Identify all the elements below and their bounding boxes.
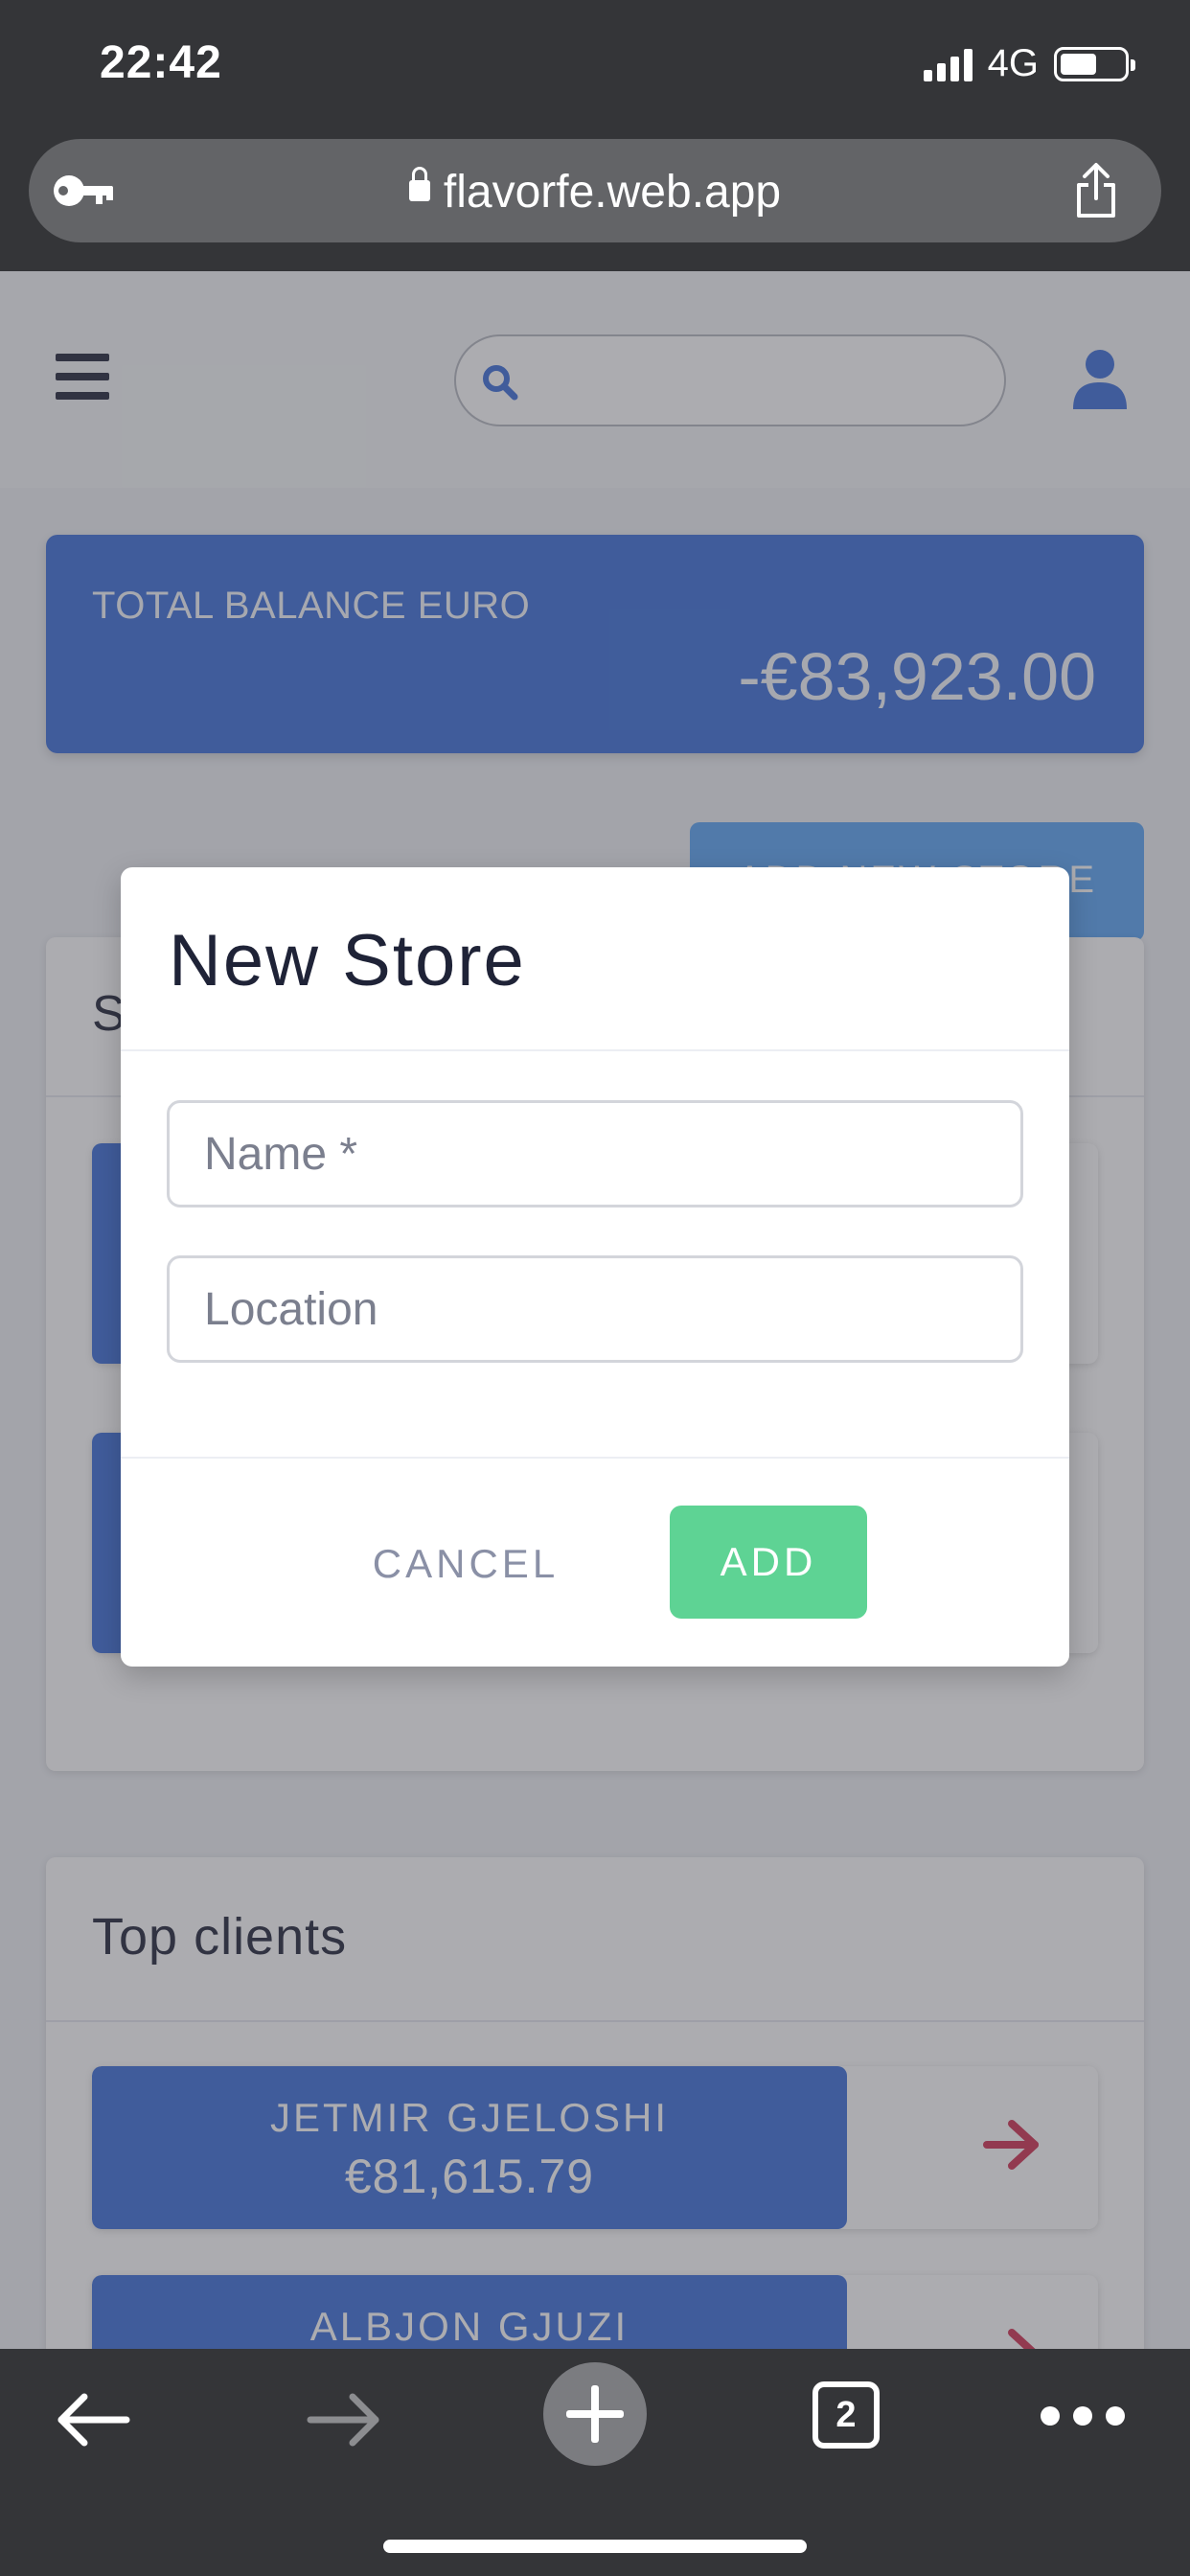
status-time: 22:42 — [100, 37, 222, 88]
battery-icon — [1054, 46, 1135, 81]
back-icon[interactable] — [56, 2391, 132, 2449]
url-text[interactable]: flavorfe.web.app — [29, 166, 1161, 218]
signal-icon — [923, 47, 973, 81]
share-icon[interactable] — [1073, 162, 1119, 219]
network-type: 4G — [987, 42, 1039, 84]
more-icon[interactable] — [1041, 2406, 1125, 2426]
new-tab-icon[interactable] — [543, 2362, 647, 2466]
lock-icon — [408, 167, 430, 202]
browser-toolbar: 2 — [0, 2349, 1190, 2576]
store-location-input[interactable] — [167, 1255, 1023, 1363]
status-bar: 22:42 4G — [0, 0, 1190, 129]
cancel-button[interactable]: CANCEL — [351, 1507, 581, 1621]
divider — [121, 1457, 1069, 1459]
tabs-icon[interactable]: 2 — [812, 2381, 880, 2449]
add-button[interactable]: ADD — [670, 1506, 867, 1619]
divider — [121, 1049, 1069, 1051]
status-indicators: 4G — [923, 42, 1135, 85]
url-domain: flavorfe.web.app — [443, 167, 782, 218]
url-bar[interactable]: flavorfe.web.app — [29, 139, 1161, 242]
new-store-modal: New Store CANCEL ADD — [121, 867, 1069, 1667]
modal-title: New Store — [169, 920, 526, 1001]
browser-url-area: flavorfe.web.app — [0, 129, 1190, 271]
forward-icon[interactable] — [305, 2391, 381, 2449]
home-indicator — [383, 2540, 807, 2553]
store-name-input[interactable] — [167, 1100, 1023, 1208]
